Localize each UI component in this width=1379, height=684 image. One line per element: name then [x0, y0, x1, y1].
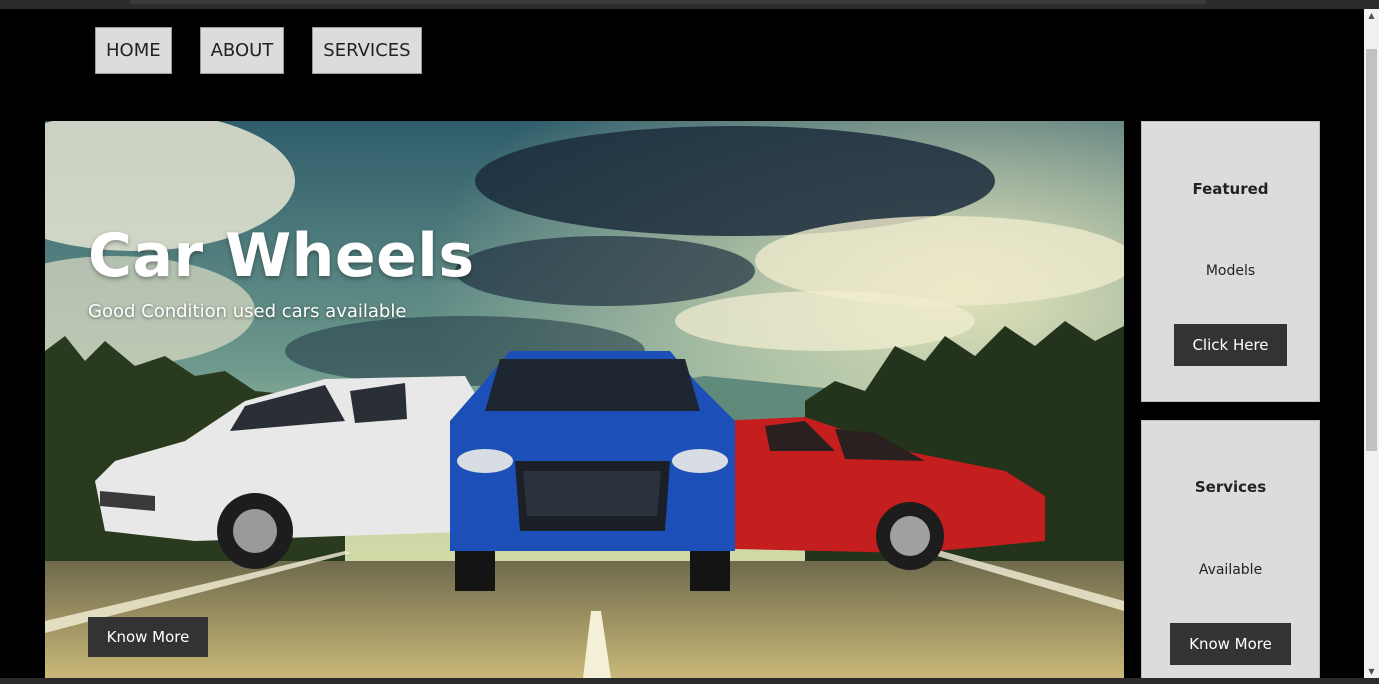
- hero-know-more-button[interactable]: Know More: [88, 617, 208, 657]
- hero-banner: Car Wheels Good Condition used cars avai…: [45, 121, 1124, 678]
- featured-card-text: Models: [1205, 263, 1256, 279]
- browser-top-bar: [0, 0, 1379, 9]
- hero-subtitle: Good Condition used cars available: [88, 301, 407, 322]
- services-card: Services Available Know More: [1141, 420, 1320, 684]
- featured-card: Featured Models Click Here: [1141, 121, 1320, 402]
- triangle-down-icon[interactable]: ▼: [1364, 667, 1379, 676]
- services-know-more-button[interactable]: Know More: [1170, 623, 1291, 665]
- browser-address-strip: [130, 0, 1206, 4]
- main-nav: HOME ABOUT SERVICES: [95, 27, 422, 74]
- services-card-text: Available: [1198, 562, 1263, 578]
- scrollbar-thumb[interactable]: [1366, 49, 1377, 451]
- nav-about-button[interactable]: ABOUT: [199, 27, 285, 74]
- vertical-scrollbar[interactable]: ▲ ▼: [1364, 9, 1379, 678]
- browser-bottom-bar: [0, 678, 1379, 684]
- hero-background-image: [45, 121, 1124, 678]
- nav-home-button[interactable]: HOME: [95, 27, 172, 74]
- featured-click-here-button[interactable]: Click Here: [1174, 324, 1287, 366]
- services-card-title: Services: [1194, 478, 1267, 496]
- featured-card-title: Featured: [1192, 180, 1269, 198]
- hero-title: Car Wheels: [88, 221, 475, 291]
- nav-services-button[interactable]: SERVICES: [312, 27, 422, 74]
- triangle-up-icon[interactable]: ▲: [1364, 11, 1379, 20]
